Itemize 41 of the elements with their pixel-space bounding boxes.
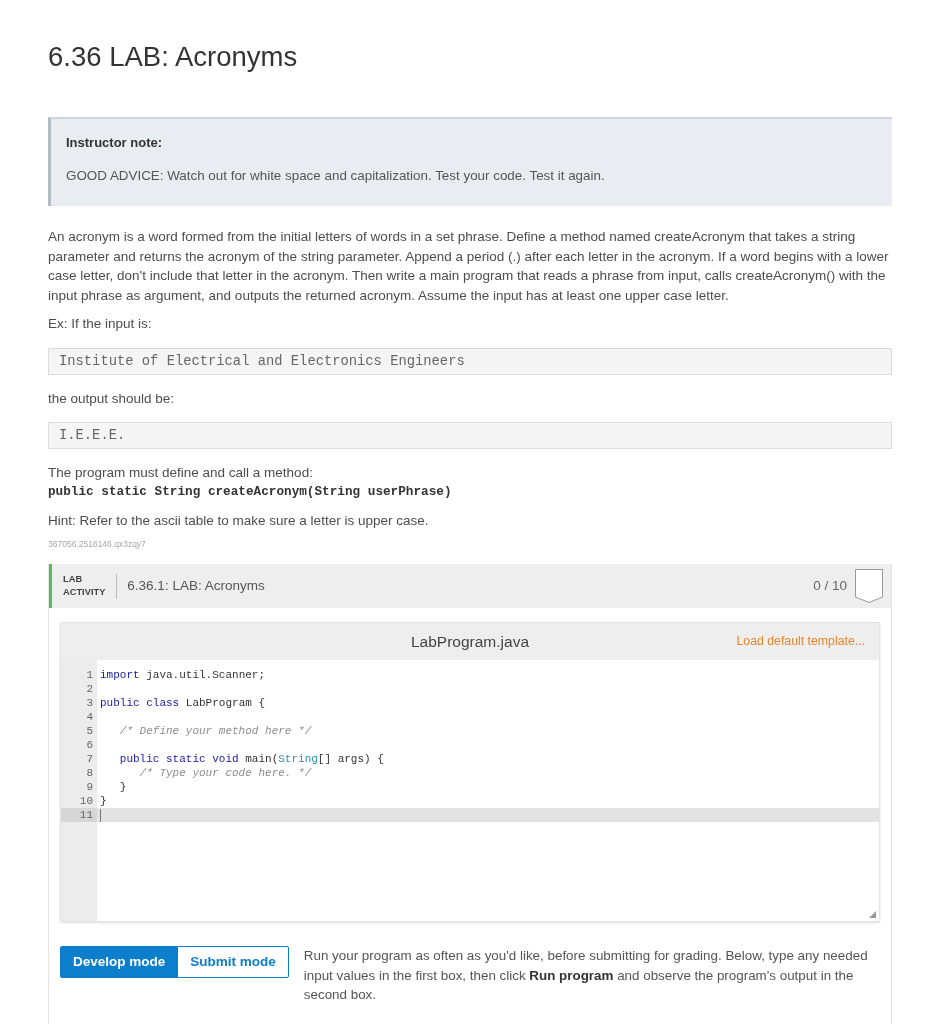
text-cursor-icon [100,808,101,822]
code-line[interactable]: import java.util.Scanner; [97,668,879,682]
activity-id-text: 367056.2516146.qx3zqy7 [48,539,147,549]
mode-toggle-button[interactable]: Develop mode [60,946,179,978]
method-signature: public static String createAcronym(String userPhrase) [48,483,453,501]
score-text: 0 / 10 [813,576,847,595]
code-editor-field[interactable]: 1 import java.util.Scanner; 2 3 public class LabProgram { 4 5 /* Define your method here */ 6 7 public static void main(String[] args) { 8 /* Type your code here. */ 9 } 10 } 11 [61,660,879,921]
hint-text: Hint: Refer to the ascii table to make sure a letter is upper case. [48,512,430,530]
resize-grip-icon[interactable] [869,911,876,918]
pentagon-icon [855,569,883,603]
line-number: 10 [78,794,94,808]
paragraph: the output should be: [48,389,176,408]
line-number: 8 [85,766,94,780]
mode-description: Run your program as often as you'd like, before submitting for grading. Below, type any needed input values in the first box, then click Run program and observe the program's output in the second box. [303,947,869,1004]
lab-activity-label: LAB ACTIVITY [63,573,106,599]
sample-code-block: Institute of Electrical and Electronics Engineers [48,347,892,375]
line-number: 2 [85,682,94,696]
code-line[interactable]: } [97,794,879,808]
line-number: 7 [85,752,94,766]
code-line[interactable]: /* Define your method here */ [97,724,879,738]
code-line[interactable]: /* Type your code here. */ [97,766,879,780]
line-number: 4 [85,710,94,724]
code-line[interactable]: public class LabProgram { [97,696,879,710]
code-line[interactable]: } [97,780,879,794]
paragraph: The program must define and call a method: [48,464,314,482]
line-number: 6 [85,738,94,752]
line-number: 9 [85,780,94,794]
paragraph: Ex: If the input is: [48,315,153,333]
line-number: 11 [61,808,97,822]
line-number: 1 [85,668,94,682]
line-number: 3 [85,696,94,710]
paragraph: An acronym is a word formed from the initial letters of words in a set phrase. Define a method named createAcronym that takes a string parameter and returns the acronym of the string parameter. Append a period (.) after each letter in the acronym. If a word begins with a lower case letter, don't include that letter in the acronym. Then write a main program that reads a phrase from input, calls createAcronym() with the input phrase as argument, and outputs the returned acronym. Assume the input has at least one upper case letter. [48,228,890,305]
note-heading: Instructor note: [66,134,164,152]
mode-toggle-button[interactable]: Submit mode [177,946,289,978]
sample-code-block: I.E.E.E. [48,422,892,449]
page-title: 6.36 LAB: Acronyms [48,40,299,74]
code-line[interactable]: public static void main(String[] args) { [97,752,879,766]
lab-activity-title: 6.36.1: LAB: Acronyms [127,576,266,595]
line-number: 5 [85,724,94,738]
file-name: LabProgram.java [410,631,529,652]
note-text: GOOD ADVICE: Watch out for white space and capitalization. Test your code. Test it again. [66,167,606,185]
